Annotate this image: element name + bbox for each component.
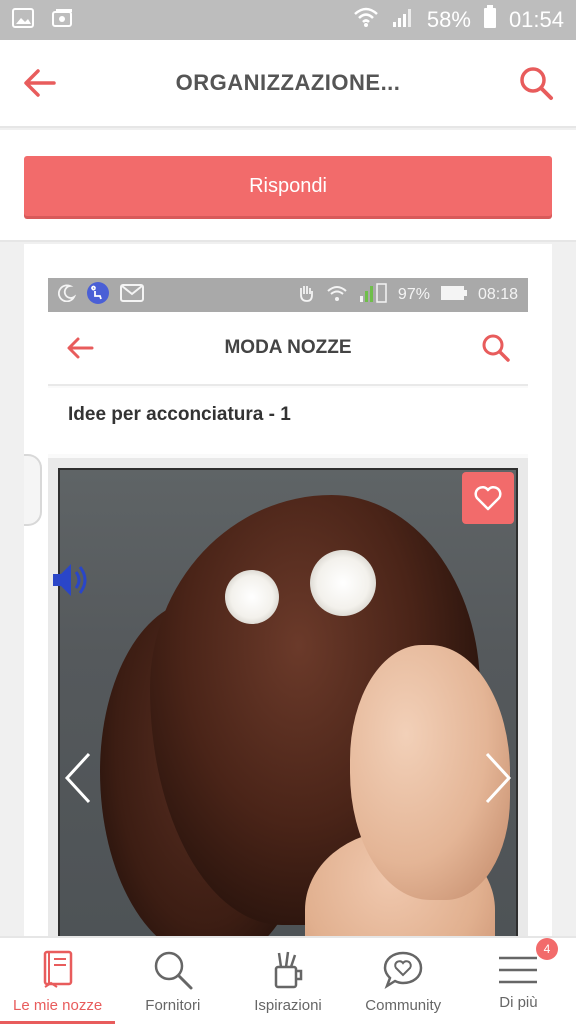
embedded-screenshot[interactable]: 97% 08:18 MODA NOZZE Idee per acconciatu… bbox=[48, 278, 528, 936]
back-arrow-icon bbox=[67, 337, 94, 359]
reply-button[interactable]: Rispondi bbox=[24, 156, 552, 216]
nav-di-piu[interactable]: Di più 4 bbox=[461, 938, 576, 1024]
wifi-icon bbox=[353, 6, 379, 34]
chevron-right-icon bbox=[485, 752, 512, 804]
photo-frame bbox=[58, 468, 518, 936]
nav-label: Di più bbox=[499, 993, 538, 1011]
moon-icon bbox=[57, 284, 77, 307]
favorite-button[interactable] bbox=[462, 472, 514, 524]
search-icon bbox=[154, 951, 193, 989]
next-photo-button[interactable] bbox=[478, 743, 518, 813]
heart-icon bbox=[474, 485, 502, 511]
accessibility-icon bbox=[86, 281, 110, 310]
notification-badge: 4 bbox=[536, 938, 559, 960]
post-card: 97% 08:18 MODA NOZZE Idee per acconciatu… bbox=[24, 244, 552, 936]
embedded-search-button[interactable] bbox=[464, 311, 528, 385]
search-icon bbox=[520, 67, 553, 100]
bottom-navigation: Le mie nozze Fornitori Ispirazioni Commu… bbox=[0, 936, 576, 1024]
white-flower bbox=[310, 550, 376, 616]
embedded-status-bar: 97% 08:18 bbox=[48, 278, 528, 312]
menu-icon bbox=[499, 956, 538, 983]
wifi-icon bbox=[326, 284, 348, 307]
embedded-header: MODA NOZZE bbox=[48, 312, 528, 386]
app-header: ORGANIZZAZIONE... bbox=[0, 40, 576, 128]
photo-stack-icon bbox=[50, 8, 74, 33]
signal-icon bbox=[391, 6, 415, 34]
white-flower bbox=[225, 570, 279, 624]
search-button[interactable] bbox=[496, 39, 576, 127]
mail-icon bbox=[120, 283, 144, 307]
nav-le-mie-nozze[interactable]: Le mie nozze bbox=[0, 938, 116, 1024]
nav-label: Fornitori bbox=[145, 996, 201, 1014]
hand-icon bbox=[296, 283, 316, 308]
nav-label: Le mie nozze bbox=[12, 996, 103, 1014]
page-title: ORGANIZZAZIONE... bbox=[175, 70, 401, 95]
pencil-cup-icon bbox=[274, 951, 303, 988]
back-arrow-icon bbox=[24, 69, 56, 97]
nav-community[interactable]: Community bbox=[346, 938, 461, 1024]
battery-percent: 58% bbox=[426, 7, 471, 32]
nav-label: Community bbox=[365, 996, 442, 1014]
nav-label: Ispirazioni bbox=[254, 996, 322, 1014]
battery-icon bbox=[440, 285, 468, 306]
heart-bubble-icon bbox=[383, 951, 423, 989]
gallery-title: Idee per acconciatura - 1 bbox=[48, 388, 528, 454]
battery-icon bbox=[483, 5, 497, 35]
nav-fornitori[interactable]: Fornitori bbox=[115, 938, 230, 1024]
gallery-icon bbox=[12, 7, 34, 33]
battery-percent: 97% bbox=[397, 286, 430, 303]
volume-icon[interactable] bbox=[50, 558, 90, 607]
reply-area: Rispondi bbox=[0, 130, 576, 242]
embedded-back-button[interactable] bbox=[48, 311, 112, 385]
side-handle[interactable] bbox=[24, 454, 42, 526]
signal-icon bbox=[358, 282, 388, 309]
book-icon bbox=[43, 950, 72, 988]
nav-ispirazioni[interactable]: Ispirazioni bbox=[230, 938, 345, 1024]
previous-photo-button[interactable] bbox=[58, 743, 98, 813]
embedded-title: MODA NOZZE bbox=[224, 337, 352, 358]
hairstyle-photo[interactable] bbox=[48, 458, 528, 936]
search-icon bbox=[482, 334, 510, 362]
status-bar: 58% 01:54 bbox=[0, 0, 576, 40]
clock: 01:54 bbox=[508, 7, 564, 32]
clock: 08:18 bbox=[477, 286, 518, 303]
chevron-left-icon bbox=[64, 752, 91, 804]
back-button[interactable] bbox=[0, 39, 80, 127]
